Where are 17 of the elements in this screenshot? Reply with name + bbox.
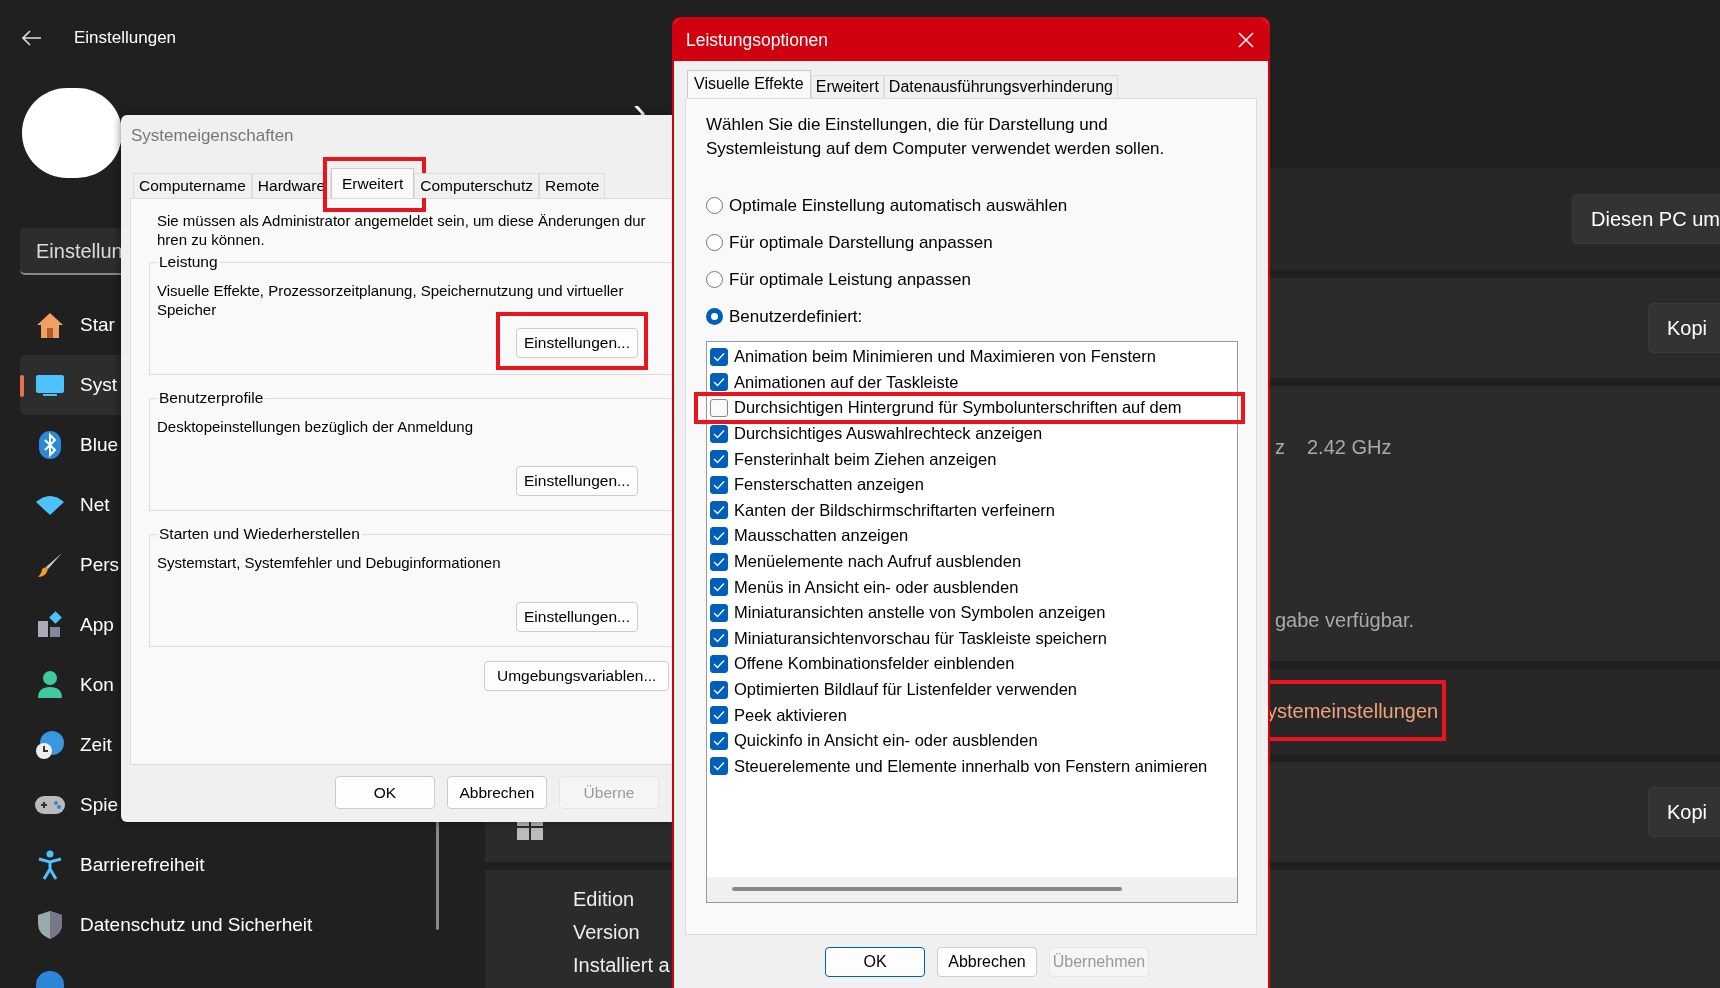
- dialog-title: Leistungsoptionen: [686, 29, 829, 51]
- spec-label: Version: [573, 921, 640, 944]
- spec-value: 2.42 GHz: [1307, 436, 1392, 458]
- dialog-title: Systemeigenschaften: [130, 125, 295, 147]
- group-title: Leistung: [158, 253, 219, 271]
- spec-label: Edition: [573, 888, 635, 911]
- spec-value: z: [1275, 436, 1285, 458]
- group-description: Systemstart, Systemfehler und Debuginformationen: [157, 553, 502, 572]
- admin-note: Sie müssen als Administrator angemeldet sein, um diese Änderungen dur hren zu können.: [157, 211, 647, 249]
- group-title: Benutzerprofile: [158, 389, 265, 407]
- intro-text: Wählen Sie die Einstellungen, die für Darstellung und Systemleistung auf dem Computer verwendet werden sollen.: [706, 114, 1166, 160]
- group-description: Visuelle Effekte, Prozessorzeitplanung, Speichernutzung und virtueller Speicher: [157, 281, 625, 319]
- group-description: Desktopeinstellungen bezüglich der Anmeldung: [157, 417, 475, 436]
- app-title: Einstellungen: [74, 27, 177, 48]
- group-title: Starten und Wiederherstellen: [158, 525, 361, 543]
- spec-value: gabe verfügbar.: [1275, 609, 1414, 632]
- spec-label: Installiert a: [573, 954, 670, 977]
